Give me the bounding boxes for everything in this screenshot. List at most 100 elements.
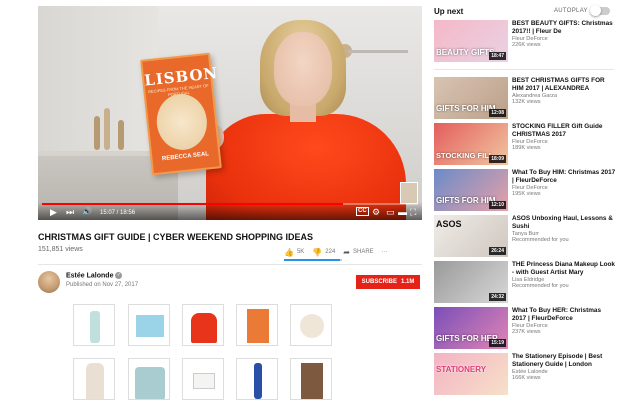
- sidebar-divider: [434, 69, 614, 70]
- video-book: LISBON RECIPES FROM THE HEART OF PORTUGA…: [140, 52, 222, 176]
- next-icon[interactable]: ⏭: [66, 207, 74, 217]
- notebook-product[interactable]: [128, 304, 170, 346]
- theater-icon[interactable]: ▬: [398, 207, 407, 217]
- book-author: REBECCA SEAL: [161, 151, 210, 163]
- trimmer: [254, 363, 262, 399]
- video-thumbnail: 24:32: [434, 261, 508, 303]
- thumbs-up-icon: 👍: [284, 247, 294, 257]
- miniplayer-icon[interactable]: ▭: [386, 207, 395, 217]
- volume-icon[interactable]: 🔊: [82, 207, 92, 217]
- recommendation-views: 195K views: [512, 191, 541, 198]
- more-actions-button[interactable]: ···: [382, 249, 388, 255]
- blanket: [135, 367, 165, 399]
- channel-avatar[interactable]: [38, 271, 60, 293]
- dislike-button[interactable]: 👎 224: [312, 248, 335, 257]
- ceramic-dish-product[interactable]: [290, 304, 332, 346]
- recommendation-title: What To Buy HER: Christmas 2017 | FleurD…: [512, 307, 602, 322]
- thumbnail-text: BEAUTY GIFTS: [436, 48, 495, 57]
- video-player[interactable]: LISBON RECIPES FROM THE HEART OF PORTUGA…: [38, 6, 422, 220]
- recommendation-item[interactable]: ASOS 26:24 ASOS Unboxing Haul, Lessons &…: [434, 215, 620, 259]
- soap-box-product[interactable]: [182, 358, 224, 400]
- video-vase: [104, 108, 110, 150]
- dislike-count: 224: [325, 249, 336, 255]
- fullscreen-icon[interactable]: ⛶: [410, 207, 416, 217]
- recommendation-title: THE Princess Diana Makeup Look - with Gu…: [512, 261, 615, 276]
- subscriber-count: 1.1M: [401, 279, 415, 285]
- up-next-item[interactable]: BEAUTY GIFTS 18:47 BEST BEAUTY GIFTS: Ch…: [434, 20, 620, 64]
- recommendation-item[interactable]: 24:32 THE Princess Diana Makeup Look - w…: [434, 261, 620, 305]
- thumbnail-text: GIFTS FOR HIM: [436, 104, 496, 113]
- like-count: 5K: [296, 249, 305, 255]
- dress: [86, 363, 104, 399]
- video-title: CHRISTMAS GIFT GUIDE | CYBER WEEKEND SHO…: [38, 232, 314, 242]
- soap-box: [193, 373, 215, 389]
- duration-badge: 12:08: [489, 109, 506, 117]
- play-icon[interactable]: ▶: [50, 207, 57, 217]
- coffee-book-product[interactable]: [290, 358, 332, 400]
- time-current: 15:07: [100, 210, 116, 216]
- cc-icon[interactable]: CC: [356, 207, 369, 216]
- recommendation-views: 166K views: [512, 375, 541, 382]
- recommendation-title: BEST BEAUTY GIFTS: Christmas 2017!! | Fl…: [512, 20, 613, 35]
- duration-badge: 26:24: [489, 247, 506, 255]
- recommendation-views: Recommended for you: [512, 283, 569, 290]
- channel-name[interactable]: Estée Lalonde ✓: [66, 272, 123, 280]
- book-plate-illustration: [154, 91, 210, 153]
- duration-badge: 24:32: [489, 293, 506, 301]
- recommendation-item[interactable]: GIFTS FOR HIM 12:08 BEST CHRISTMAS GIFTS…: [434, 77, 620, 121]
- publish-date: Published on Nov 27, 2017: [66, 282, 139, 288]
- thumbnail-text: STOCKING FILL: [436, 151, 494, 160]
- channel-name-text: Estée Lalonde: [66, 272, 114, 280]
- recommendation-views: 237K views: [512, 329, 541, 336]
- lisbon-book: [247, 309, 269, 343]
- time-total: 18:56: [120, 210, 136, 216]
- ceramic-dish: [300, 314, 324, 338]
- video-vase: [118, 120, 124, 150]
- duration-badge: 18:47: [489, 52, 506, 60]
- duration-badge: 18:09: [489, 155, 506, 163]
- autoplay-label: AUTOPLAY: [554, 8, 588, 14]
- recommendation-item[interactable]: GIFTS FOR HER 15:19 What To Buy HER: Chr…: [434, 307, 620, 351]
- thumbs-down-icon: 👎: [312, 247, 323, 257]
- channel-watermark[interactable]: [400, 182, 418, 204]
- lisbon-book-product[interactable]: [236, 304, 278, 346]
- red-sweater-product[interactable]: [182, 304, 224, 346]
- coffee-book: [301, 363, 323, 399]
- recommendation-title: ASOS Unboxing Haul, Lessons & Sushi: [512, 215, 613, 230]
- recommendation-item[interactable]: STATIONERY The Stationery Episode | Best…: [434, 353, 620, 397]
- blanket-product[interactable]: [128, 358, 170, 400]
- settings-icon[interactable]: ⚙: [372, 207, 380, 217]
- sentiment-bar: [284, 259, 342, 261]
- video-actions: 👍 5K 👎 224 ➦ SHARE ···: [284, 246, 396, 258]
- trimmer-product[interactable]: [236, 358, 278, 400]
- serum-bottle-product[interactable]: [73, 304, 115, 346]
- divider: [38, 264, 422, 265]
- dress-product[interactable]: [73, 358, 115, 400]
- share-icon: ➦: [343, 247, 350, 257]
- subscribe-button[interactable]: SUBSCRIBE 1.1M: [356, 275, 420, 289]
- progress-bar[interactable]: [42, 203, 418, 205]
- subscribe-label: SUBSCRIBE: [361, 279, 397, 285]
- sentiment-bar-fill: [284, 259, 340, 261]
- video-thumbnail: GIFTS FOR HIM 12:08: [434, 77, 508, 119]
- verified-icon: ✓: [115, 272, 123, 279]
- thumbnail-text: STATIONERY: [436, 365, 487, 374]
- recommendation-item[interactable]: GIFTS FOR HIM 12:10 What To Buy HIM: Chr…: [434, 169, 620, 213]
- duration-badge: 12:10: [489, 201, 506, 209]
- notebook: [136, 315, 164, 337]
- recommendation-title: STOCKING FILLER Gift Guide CHRISTMAS 201…: [512, 123, 603, 138]
- recommendation-title: The Stationery Episode | Best Stationery…: [512, 353, 603, 368]
- like-button[interactable]: 👍 5K: [284, 248, 304, 257]
- share-button[interactable]: ➦ SHARE: [343, 248, 373, 257]
- timecode: 15:07 / 18:56: [100, 210, 135, 216]
- autoplay-toggle-knob[interactable]: [590, 5, 601, 16]
- up-next-heading: Up next: [434, 7, 464, 16]
- serum-bottle: [90, 311, 100, 343]
- recommendation-views: 189K views: [512, 145, 541, 152]
- video-lamp-arm: [348, 50, 408, 53]
- recommendation-views: 132K views: [512, 99, 541, 106]
- video-person-face: [274, 32, 332, 106]
- video-thumbnail: BEAUTY GIFTS 18:47: [434, 20, 508, 62]
- recommendation-item[interactable]: STOCKING FILL 18:09 STOCKING FILLER Gift…: [434, 123, 620, 167]
- recommendation-views: Recommended for you: [512, 237, 569, 244]
